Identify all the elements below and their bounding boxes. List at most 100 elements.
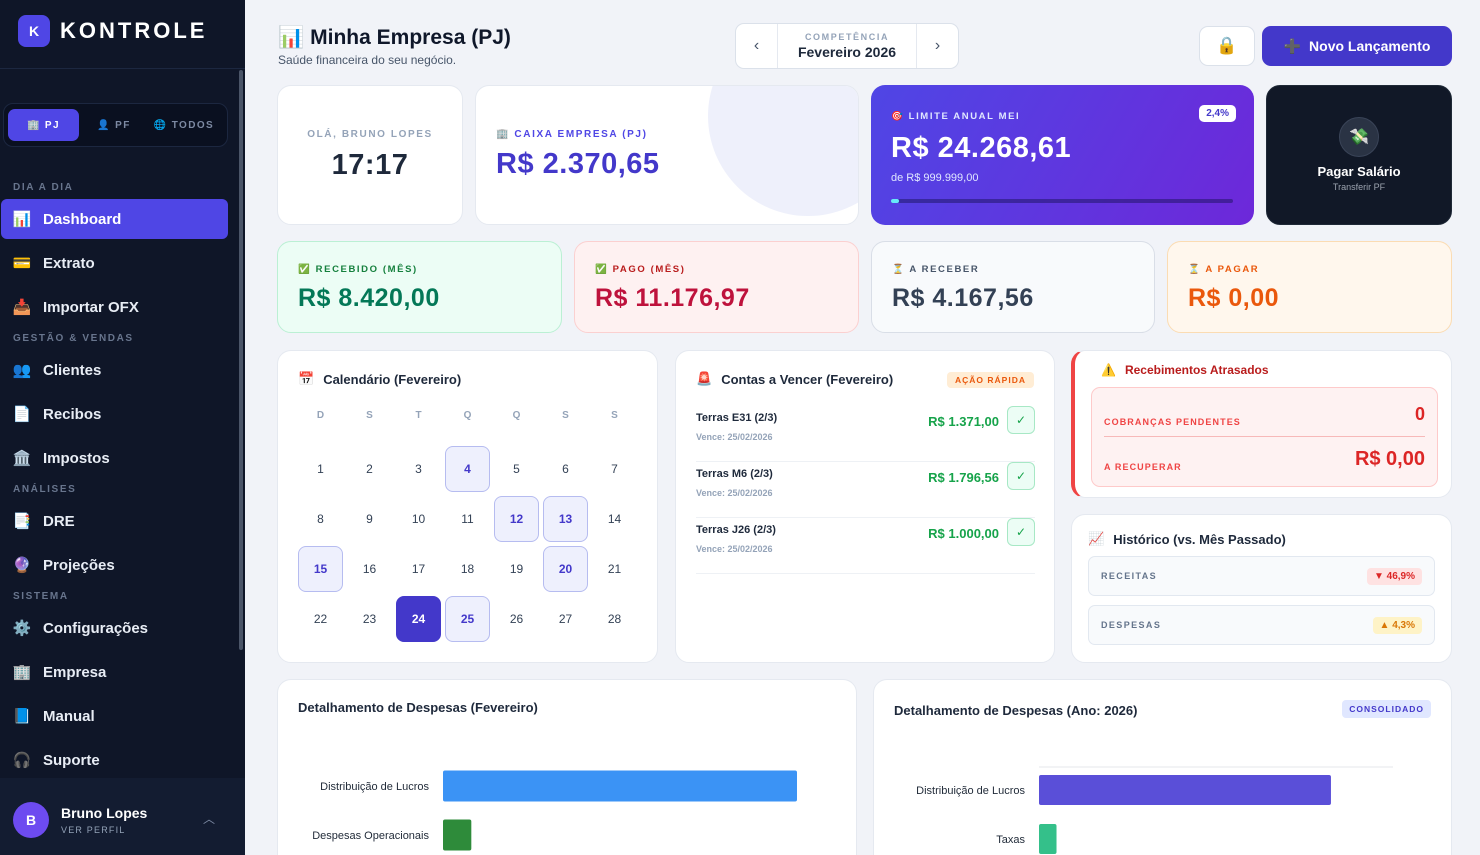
calendar-weekday: S — [366, 410, 373, 421]
avatar: B — [13, 802, 49, 838]
calendar-day[interactable]: 27 — [543, 596, 588, 642]
mark-paid-button[interactable]: ✓ — [1007, 518, 1035, 546]
period-value: Fevereiro 2026 — [797, 44, 897, 60]
expenses-year-chart: Distribuição de Lucros Taxas — [916, 766, 1393, 854]
calendar-day[interactable]: 21 — [592, 546, 637, 592]
overdue-summary: COBRANÇAS PENDENTES 0 A RECUPERAR R$ 0,0… — [1091, 387, 1438, 487]
bill-due: Vence: 25/02/2026 — [696, 544, 773, 554]
sidebar-item-dre[interactable]: 📑 DRE — [1, 501, 228, 541]
calendar-day[interactable]: 2 — [347, 446, 392, 492]
calendar-day[interactable]: 7 — [592, 446, 637, 492]
calendar-day[interactable]: 26 — [494, 596, 539, 642]
new-entry-button[interactable]: ➕ Novo Lançamento — [1262, 26, 1452, 66]
mark-paid-button[interactable]: ✓ — [1007, 406, 1035, 434]
sidebar-item-suporte[interactable]: 🎧 Suporte — [1, 740, 228, 780]
pay-salary-button[interactable]: 💸 Pagar Salário Transferir PF — [1266, 85, 1452, 225]
calendar-weekday: D — [316, 410, 325, 421]
prev-month-button[interactable]: ‹ — [736, 24, 777, 68]
scope-pf-button[interactable]: 👤 PF — [85, 109, 143, 141]
bill-due: Vence: 25/02/2026 — [696, 488, 773, 498]
brand[interactable]: K KONTROLE — [18, 15, 207, 47]
history-title: 📈 Histórico (vs. Mês Passado) — [1088, 531, 1286, 547]
scope-switcher: 🏢 PJ 👤 PF 🌐 TODOS — [3, 103, 228, 147]
calendar-day[interactable]: 22 — [298, 596, 343, 642]
calendar-day[interactable]: 17 — [396, 546, 441, 592]
sidebar-item-label: Clientes — [43, 361, 102, 379]
calendar-day[interactable]: 3 — [396, 446, 441, 492]
view-profile-link[interactable]: VER PERFIL — [61, 825, 126, 835]
calendar-day[interactable]: 13 — [543, 496, 588, 542]
history-label: DESPESAS — [1101, 620, 1162, 630]
calendar-icon: 📅 — [298, 371, 315, 386]
calendar-day[interactable]: 6 — [543, 446, 588, 492]
bill-due: Vence: 25/02/2026 — [696, 432, 773, 442]
sidebar-item-configuracoes[interactable]: ⚙️ Configurações — [1, 608, 228, 648]
sidebar-item-empresa[interactable]: 🏢 Empresa — [1, 652, 228, 692]
chart-bar[interactable] — [1039, 775, 1331, 805]
chart-bar[interactable] — [443, 770, 797, 802]
calendar-day[interactable]: 5 — [494, 446, 539, 492]
plus-icon: ➕ — [1283, 37, 1302, 54]
history-card: 📈 Histórico (vs. Mês Passado) RECEITAS ▼… — [1071, 514, 1452, 663]
sidebar-item-importar-ofx[interactable]: 📥 Importar OFX — [1, 287, 228, 327]
calendar-day[interactable]: 16 — [347, 546, 392, 592]
inbox-icon: 📥 — [12, 299, 32, 316]
calendar-day[interactable]: 11 — [445, 496, 490, 542]
chevron-up-icon[interactable]: ︿ — [203, 810, 215, 827]
mark-paid-button[interactable]: ✓ — [1007, 462, 1035, 490]
bill-name: Terras M6 (2/3) — [696, 468, 773, 480]
greeting-label: OLÁ, BRUNO LOPES — [307, 129, 433, 140]
calendar-day[interactable]: 15 — [298, 546, 343, 592]
calendar-day[interactable]: 25 — [445, 596, 490, 642]
sidebar-item-dashboard[interactable]: 📊 Dashboard — [1, 199, 228, 239]
chart-bar[interactable] — [1039, 824, 1057, 854]
sidebar-item-manual[interactable]: 📘 Manual — [1, 696, 228, 736]
receivable-card: ⏳ A RECEBER R$ 4.167,56 — [871, 241, 1155, 333]
calendar-day[interactable]: 4 — [445, 446, 490, 492]
money-icon: 💸 — [1339, 117, 1379, 157]
document-icon: 📄 — [12, 406, 32, 423]
calendar-day[interactable]: 9 — [347, 496, 392, 542]
scope-all-button[interactable]: 🌐 TODOS — [149, 109, 219, 141]
sidebar-item-clientes[interactable]: 👥 Clientes — [1, 350, 228, 390]
calendar-day[interactable]: 10 — [396, 496, 441, 542]
calendar-weekday: S — [611, 410, 618, 421]
chart-bar[interactable] — [443, 819, 472, 851]
users-icon: 👥 — [12, 362, 32, 379]
lock-button[interactable]: 🔒 — [1199, 26, 1255, 66]
calendar-day[interactable]: 19 — [494, 546, 539, 592]
sidebar-item-projecoes[interactable]: 🔮 Projeções — [1, 545, 228, 585]
period-selector: ‹ COMPETÊNCIA Fevereiro 2026 › — [735, 23, 959, 69]
check-icon: ✓ — [1015, 469, 1027, 483]
period-display: COMPETÊNCIA Fevereiro 2026 — [777, 24, 917, 68]
calendar-day[interactable]: 1 — [298, 446, 343, 492]
receivable-value: R$ 4.167,56 — [892, 284, 1034, 312]
calendar-day[interactable]: 18 — [445, 546, 490, 592]
next-month-button[interactable]: › — [917, 24, 958, 68]
chart-category-label: Despesas Operacionais — [312, 830, 429, 842]
sidebar-item-label: Empresa — [43, 663, 107, 681]
calendar-day[interactable]: 20 — [543, 546, 588, 592]
sidebar-item-label: Projeções — [43, 556, 115, 574]
pending-count: 0 — [1414, 404, 1425, 424]
calendar-day[interactable]: 12 — [494, 496, 539, 542]
expenses-year-chart-card: Detalhamento de Despesas (Ano: 2026) CON… — [873, 679, 1452, 855]
calendar-day[interactable]: 23 — [347, 596, 392, 642]
sidebar-item-label: Dashboard — [43, 210, 122, 228]
sidebar-item-extrato[interactable]: 💳 Extrato — [1, 243, 228, 283]
sidebar-item-impostos[interactable]: 🏛️ Impostos — [1, 438, 228, 478]
mei-label: 🎯 LIMITE ANUAL MEI — [891, 111, 1021, 122]
building-icon: 🏢 — [12, 664, 32, 681]
scope-pj-button[interactable]: 🏢 PJ — [8, 109, 79, 141]
sidebar-scrollbar[interactable] — [239, 70, 243, 650]
sidebar-item-recibos[interactable]: 📄 Recibos — [1, 394, 228, 434]
calendar-day[interactable]: 8 — [298, 496, 343, 542]
user-profile[interactable]: B Bruno Lopes VER PERFIL ︿ — [0, 778, 245, 855]
calendar-day[interactable]: 28 — [592, 596, 637, 642]
divider — [0, 68, 245, 69]
calendar-day[interactable]: 24 — [396, 596, 441, 642]
globe-icon: 🌐 — [153, 119, 168, 131]
pay-salary-sub: Transferir PF — [1332, 182, 1386, 192]
calendar-day[interactable]: 14 — [592, 496, 637, 542]
history-change-badge: ▼ 46,9% — [1366, 568, 1422, 585]
